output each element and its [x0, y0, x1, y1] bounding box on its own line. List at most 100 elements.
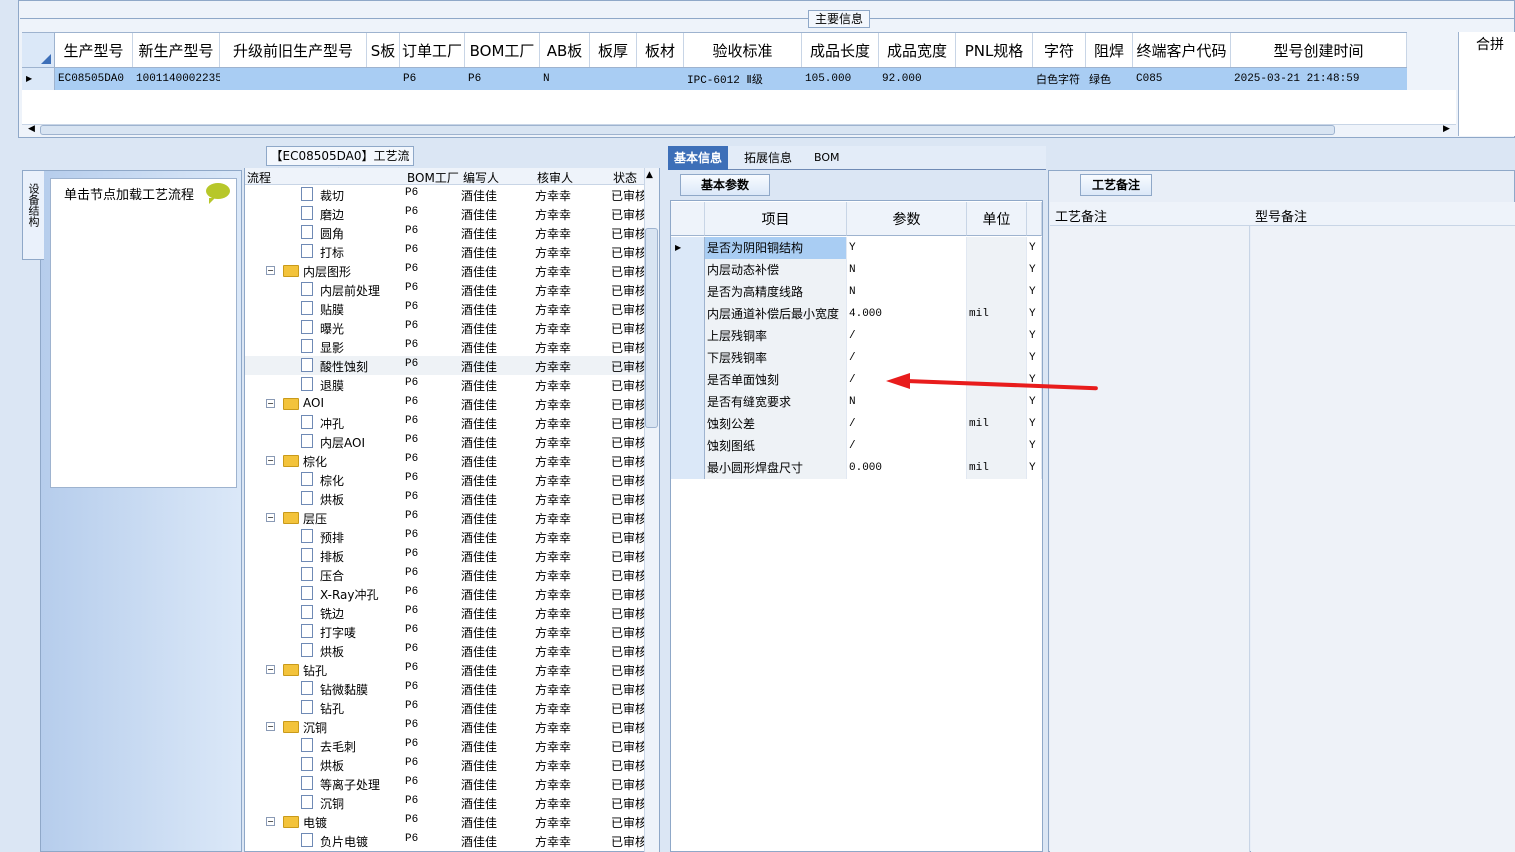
grid-cell[interactable]	[367, 68, 400, 90]
row-selector[interactable]	[671, 325, 705, 347]
tree-row[interactable]: 磨边 P6 酒佳佳 方幸幸 已审核	[245, 204, 647, 223]
row-selector[interactable]	[671, 391, 705, 413]
collapse-icon[interactable]: −	[266, 722, 275, 731]
param-item-cell[interactable]: 内层通道补偿后最小宽度	[705, 303, 847, 325]
param-item-cell[interactable]: 蚀刻公差	[705, 413, 847, 435]
param-item-cell[interactable]: 内层动态补偿	[705, 259, 847, 281]
tree-row[interactable]: − 内层图形 P6 酒佳佳 方幸幸 已审核	[245, 261, 647, 280]
param-unit-cell[interactable]	[967, 281, 1027, 303]
tree-row[interactable]: 压合 P6 酒佳佳 方幸幸 已审核	[245, 565, 647, 584]
tree-row[interactable]: 打字唛 P6 酒佳佳 方幸幸 已审核	[245, 622, 647, 641]
param-item-cell[interactable]: 是否为高精度线路	[705, 281, 847, 303]
col-status[interactable]: 状态	[613, 169, 637, 186]
row-selector[interactable]	[671, 259, 705, 281]
col-header[interactable]: AB板	[540, 33, 590, 67]
grid-corner[interactable]	[22, 32, 55, 68]
params-row[interactable]: 是否为高精度线路 N Y	[671, 281, 1042, 303]
grid-cell[interactable]: P6	[465, 68, 540, 90]
grid-cell[interactable]: 92.000	[879, 68, 956, 90]
model-remarks-area[interactable]	[1251, 226, 1515, 852]
col-header[interactable]: 生产型号	[55, 33, 133, 67]
row-selector[interactable]: ▶	[671, 237, 705, 259]
param-unit-cell[interactable]	[967, 325, 1027, 347]
params-row[interactable]: 内层通道补偿后最小宽度 4.000 mil Y	[671, 303, 1042, 325]
side-tab-equipment[interactable]: 设备结构	[22, 170, 44, 260]
param-value-cell[interactable]: /	[847, 435, 967, 457]
grid-cell[interactable]: EC08505DA0	[55, 68, 133, 90]
col-header[interactable]: 验收标准	[684, 33, 802, 67]
collapse-icon[interactable]: −	[266, 266, 275, 275]
param-item-cell[interactable]: 上层残铜率	[705, 325, 847, 347]
tree-row[interactable]: 排板 P6 酒佳佳 方幸幸 已审核	[245, 546, 647, 565]
param-value-cell[interactable]: N	[847, 281, 967, 303]
col-header[interactable]: 终端客户代码	[1133, 33, 1231, 67]
scrollbar-thumb[interactable]	[40, 125, 1335, 135]
scroll-left-icon[interactable]: ◀	[28, 124, 35, 134]
param-value-cell[interactable]: /	[847, 325, 967, 347]
param-value-cell[interactable]: /	[847, 347, 967, 369]
params-grid-corner[interactable]	[671, 202, 705, 236]
param-flag-cell[interactable]: Y	[1027, 435, 1042, 457]
col-header[interactable]: 成品宽度	[879, 33, 956, 67]
params-row[interactable]: 是否单面蚀刻 / Y	[671, 369, 1042, 391]
grid-cell[interactable]: 10011400022359	[133, 68, 220, 90]
col-header[interactable]: 成品长度	[802, 33, 879, 67]
col-param[interactable]: 参数	[847, 202, 967, 236]
param-unit-cell[interactable]: mil	[967, 457, 1027, 479]
tree-row[interactable]: − 钻孔 P6 酒佳佳 方幸幸 已审核	[245, 660, 647, 679]
param-flag-cell[interactable]: Y	[1027, 259, 1042, 281]
param-item-cell[interactable]: 下层残铜率	[705, 347, 847, 369]
param-unit-cell[interactable]	[967, 347, 1027, 369]
row-selector[interactable]	[671, 413, 705, 435]
tree-row[interactable]: 去毛刺 P6 酒佳佳 方幸幸 已审核	[245, 736, 647, 755]
params-row[interactable]: 上层残铜率 / Y	[671, 325, 1042, 347]
col-item[interactable]: 项目	[705, 202, 847, 236]
scroll-up-icon[interactable]: ▲	[646, 170, 653, 180]
tree-row[interactable]: − 层压 P6 酒佳佳 方幸幸 已审核	[245, 508, 647, 527]
params-row[interactable]: 下层残铜率 / Y	[671, 347, 1042, 369]
row-selector[interactable]	[671, 303, 705, 325]
param-value-cell[interactable]: Y	[847, 237, 967, 259]
tab-process-remarks[interactable]: 工艺备注	[1080, 174, 1152, 196]
grid-cell[interactable]	[637, 68, 684, 90]
col-header[interactable]: 板厚	[590, 33, 637, 67]
row-selector[interactable]	[671, 457, 705, 479]
tree-row[interactable]: 钻微黏膜 P6 酒佳佳 方幸幸 已审核	[245, 679, 647, 698]
grid-cell[interactable]	[956, 68, 1033, 90]
param-item-cell[interactable]: 是否有缝宽要求	[705, 391, 847, 413]
params-row[interactable]: 最小圆形焊盘尺寸 0.000 mil Y	[671, 457, 1042, 479]
param-flag-cell[interactable]: Y	[1027, 281, 1042, 303]
scroll-right-icon[interactable]: ▶	[1443, 124, 1450, 134]
tree-row[interactable]: 内层前处理 P6 酒佳佳 方幸幸 已审核	[245, 280, 647, 299]
param-value-cell[interactable]: 0.000	[847, 457, 967, 479]
tree-row[interactable]: 沉铜 P6 酒佳佳 方幸幸 已审核	[245, 793, 647, 812]
tree-row[interactable]: 显影 P6 酒佳佳 方幸幸 已审核	[245, 337, 647, 356]
tree-row[interactable]: 铣边 P6 酒佳佳 方幸幸 已审核	[245, 603, 647, 622]
param-value-cell[interactable]: N	[847, 259, 967, 281]
tree-row[interactable]: 圆角 P6 酒佳佳 方幸幸 已审核	[245, 223, 647, 242]
tree-row[interactable]: 退膜 P6 酒佳佳 方幸幸 已审核	[245, 375, 647, 394]
col-header[interactable]: BOM工厂	[465, 33, 540, 67]
tree-row[interactable]: 负片电镀 P6 酒佳佳 方幸幸 已审核	[245, 831, 647, 850]
col-bom[interactable]: BOM工厂	[407, 169, 459, 186]
param-unit-cell[interactable]: mil	[967, 413, 1027, 435]
param-flag-cell[interactable]: Y	[1027, 237, 1042, 259]
col-unit[interactable]: 单位	[967, 202, 1027, 236]
collapse-icon[interactable]: −	[266, 665, 275, 674]
col-header[interactable]: 板材	[637, 33, 684, 67]
tree-row[interactable]: 冲孔 P6 酒佳佳 方幸幸 已审核	[245, 413, 647, 432]
param-item-cell[interactable]: 是否为阴阳铜结构	[705, 237, 847, 259]
grid-cell[interactable]: P6	[400, 68, 465, 90]
tree-row[interactable]: 烘板 P6 酒佳佳 方幸幸 已审核	[245, 641, 647, 660]
grid-cell[interactable]: N	[540, 68, 590, 90]
tree-row[interactable]: 裁切 P6 酒佳佳 方幸幸 已审核	[245, 185, 647, 204]
tree-row[interactable]: 烘板 P6 酒佳佳 方幸幸 已审核	[245, 755, 647, 774]
param-unit-cell[interactable]	[967, 391, 1027, 413]
row-selector[interactable]	[671, 281, 705, 303]
params-row[interactable]: 蚀刻图纸 / Y	[671, 435, 1042, 457]
tree-row[interactable]: 曝光 P6 酒佳佳 方幸幸 已审核	[245, 318, 647, 337]
tree-row[interactable]: − AOI P6 酒佳佳 方幸幸 已审核	[245, 394, 647, 413]
grid-cell[interactable]: 绿色	[1086, 68, 1133, 90]
tree-row[interactable]: 等离子处理 P6 酒佳佳 方幸幸 已审核	[245, 774, 647, 793]
param-flag-cell[interactable]: Y	[1027, 457, 1042, 479]
